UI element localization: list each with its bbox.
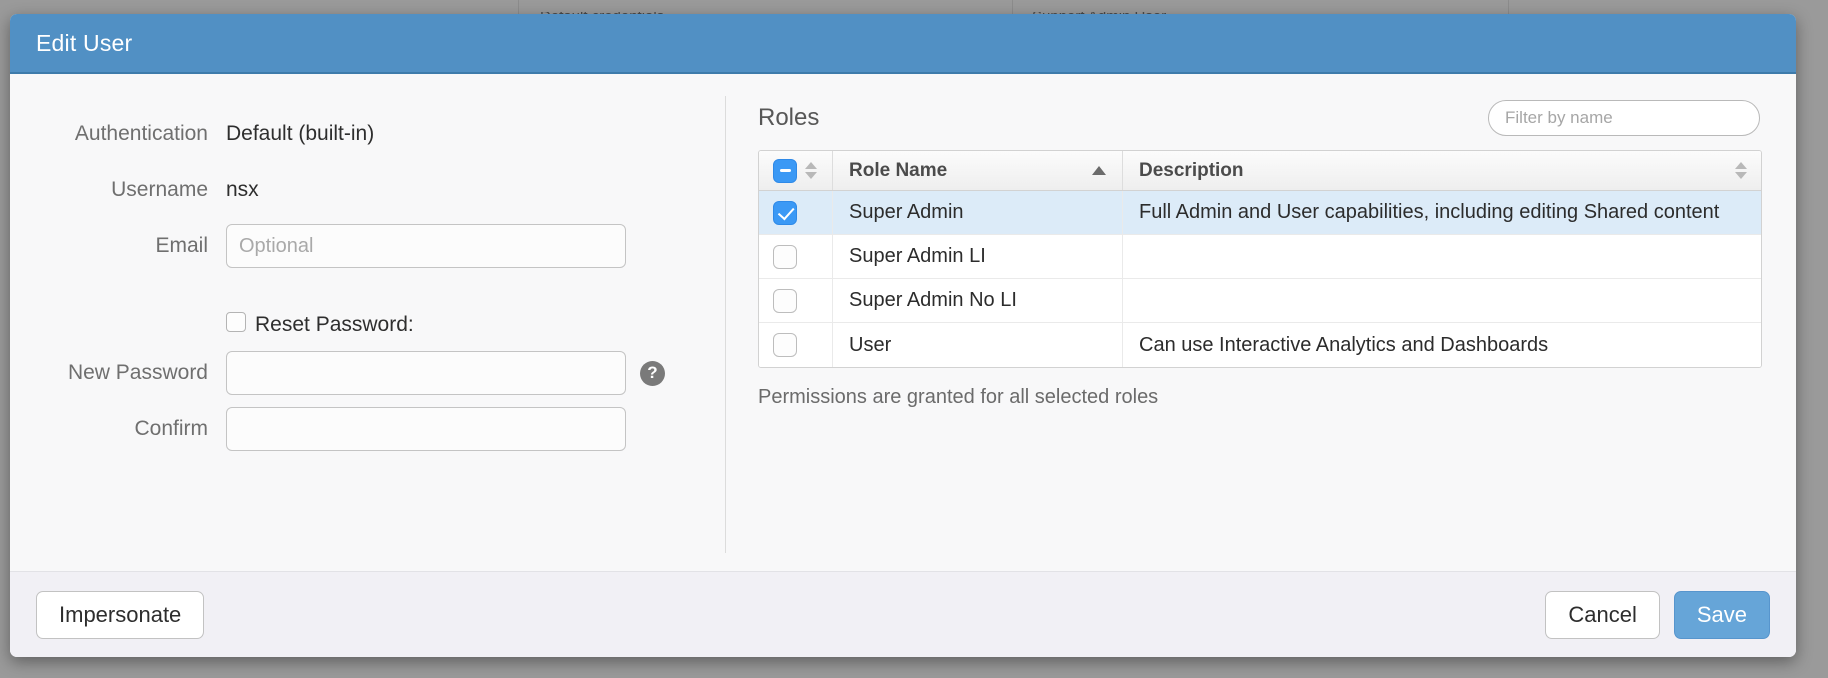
row-select-cell [759,235,833,278]
email-label: Email [10,234,226,258]
new-password-field[interactable] [226,351,626,395]
authentication-label: Authentication [10,122,226,146]
filter-by-name-input[interactable] [1488,100,1760,136]
sort-ascending-icon [805,162,817,169]
footer-actions: Cancel Save [1545,591,1770,639]
table-row[interactable]: Super Admin No LI [759,279,1761,323]
username-label: Username [10,178,226,202]
username-row: Username nsx [10,164,726,216]
role-name-cell: Super Admin No LI [833,279,1123,322]
column-header-description[interactable]: Description [1123,151,1761,190]
row-select-cell [759,323,833,367]
select-column-sort-icon[interactable] [805,162,817,179]
column-header-role-name[interactable]: Role Name [833,151,1123,190]
roles-pane: Roles Role Name [726,74,1796,571]
role-name-cell: User [833,323,1123,367]
role-name-cell: Super Admin LI [833,235,1123,278]
cancel-button[interactable]: Cancel [1545,591,1659,639]
reset-password-row: Reset Password: [10,312,726,337]
dialog-footer: Impersonate Cancel Save [10,571,1796,657]
roles-table: Role Name Description [758,150,1762,368]
confirm-password-row: Confirm [10,403,726,455]
row-select-cell [759,191,833,234]
role-description-cell [1123,235,1761,278]
edit-user-dialog: Edit User Authentication Default (built-… [10,14,1796,657]
role-name-cell: Super Admin [833,191,1123,234]
dialog-body: Authentication Default (built-in) Userna… [10,74,1796,571]
row-checkbox[interactable] [773,333,797,357]
select-all-checkbox[interactable] [773,159,797,183]
column-header-description-label: Description [1139,160,1244,182]
roles-title: Roles [758,104,819,132]
confirm-password-field[interactable] [226,407,626,451]
sort-descending-icon [805,172,817,179]
confirm-password-label: Confirm [10,417,226,441]
impersonate-button[interactable]: Impersonate [36,591,204,639]
reset-password-checkbox-wrap[interactable] [226,312,246,337]
save-button[interactable]: Save [1674,591,1770,639]
table-row[interactable]: Super Admin LI [759,235,1761,279]
question-mark-icon[interactable]: ? [640,361,665,386]
roles-table-header: Role Name Description [759,151,1761,191]
dialog-title: Edit User [36,30,132,57]
row-checkbox[interactable] [773,201,797,225]
permissions-note: Permissions are granted for all selected… [758,386,1762,409]
authentication-row: Authentication Default (built-in) [10,108,726,160]
role-description-cell: Full Admin and User capabilities, includ… [1123,191,1761,234]
table-row[interactable]: Super Admin Full Admin and User capabili… [759,191,1761,235]
sort-ascending-icon [1735,162,1747,169]
sort-ascending-icon[interactable] [1092,166,1106,175]
user-details-pane: Authentication Default (built-in) Userna… [10,74,726,571]
reset-password-checkbox[interactable] [226,312,246,332]
email-field[interactable] [226,224,626,268]
roles-header: Roles [758,100,1762,136]
reset-password-label: Reset Password: [255,313,414,337]
sort-descending-icon [1735,172,1747,179]
username-value: nsx [226,178,259,202]
row-checkbox[interactable] [773,245,797,269]
dialog-header: Edit User [10,14,1796,74]
authentication-value: Default (built-in) [226,122,374,146]
new-password-label: New Password [10,361,226,385]
role-description-cell: Can use Interactive Analytics and Dashbo… [1123,323,1761,367]
email-row: Email [10,220,726,272]
table-row[interactable]: User Can use Interactive Analytics and D… [759,323,1761,367]
role-description-cell [1123,279,1761,322]
column-header-role-name-label: Role Name [849,160,947,182]
new-password-row: New Password ? [10,347,726,399]
row-checkbox[interactable] [773,289,797,313]
description-column-sort-icon[interactable] [1735,162,1747,179]
row-select-cell [759,279,833,322]
select-all-cell [759,151,833,190]
